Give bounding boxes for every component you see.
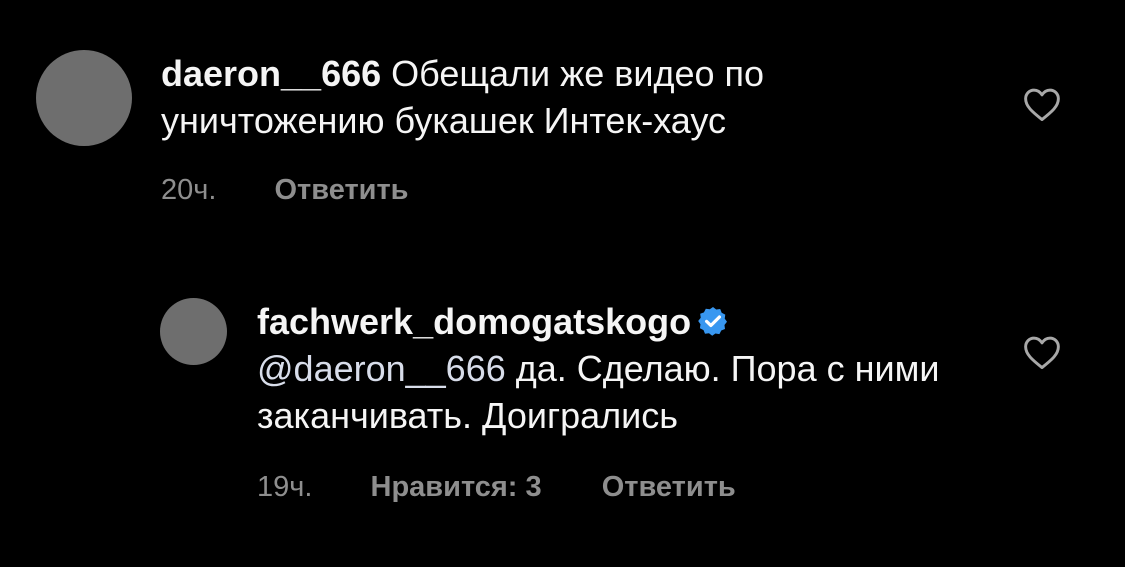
- comment-timestamp: 19ч.: [257, 471, 313, 503]
- heart-outline-icon[interactable]: [1022, 334, 1062, 370]
- verified-badge-icon: [698, 307, 728, 336]
- likes-count-button[interactable]: Нравится: 3: [371, 471, 542, 504]
- comment-body: fachwerk_domogatskogo @daeron__666 да. С…: [257, 298, 962, 439]
- comment-timestamp: 20ч.: [161, 174, 217, 206]
- comment-meta: 20ч. Ответить: [161, 174, 409, 207]
- comment-body: daeron__666 Обещали же видео по уничтоже…: [161, 50, 921, 144]
- reply-button[interactable]: Ответить: [602, 471, 736, 504]
- comment-meta: 19ч. Нравится: 3 Ответить: [257, 471, 736, 504]
- reply-button[interactable]: Ответить: [275, 174, 409, 207]
- avatar[interactable]: [160, 298, 227, 365]
- avatar[interactable]: [36, 50, 132, 146]
- comment-username[interactable]: fachwerk_domogatskogo: [257, 301, 691, 342]
- comment-username[interactable]: daeron__666: [161, 53, 381, 94]
- heart-outline-icon[interactable]: [1022, 86, 1062, 122]
- mention-link[interactable]: @daeron__666: [257, 348, 506, 389]
